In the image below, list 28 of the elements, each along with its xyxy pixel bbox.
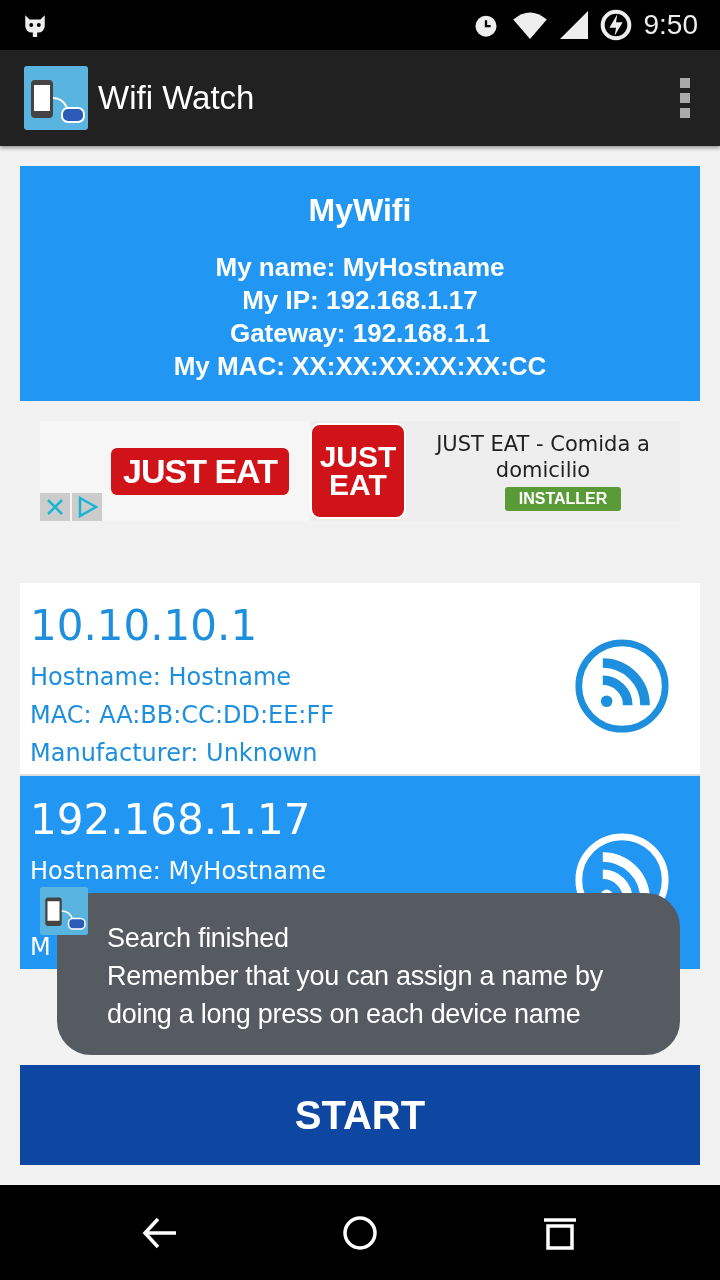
device-hostname: Hostname: MyHostname [30, 855, 327, 887]
network-info-line: Gateway: 192.168.1.1 [228, 317, 492, 350]
device-ip: 192.168.1.17 [30, 793, 311, 846]
network-info-line: My IP: 192.168.1.17 [241, 284, 479, 317]
app-title: Wifi Watch [98, 79, 256, 117]
network-info-line: My name: MyHostname [214, 251, 506, 284]
message-toast: Search finished Remember that you can assign a name by doing a long press on each device name [57, 893, 680, 1055]
app-logo-icon [40, 887, 88, 935]
ad-app-icon: JUST EAT [310, 423, 406, 519]
device-hostname: Hostname: Hostname [30, 661, 292, 693]
ad-title: JUST EAT - Comida a domicilio [434, 431, 651, 483]
network-name: MyWifi [307, 192, 413, 229]
wifi-signal-icon [574, 637, 670, 734]
robot-icon [22, 12, 48, 38]
ad-banner[interactable]: JUST EAT JUST EAT JUST EAT - Comida a domicilio INSTALLER [40, 421, 680, 521]
battery-charging-icon [599, 9, 632, 41]
device-manufacturer: M [30, 931, 51, 963]
device-manufacturer: Manufacturer: Unknown [30, 737, 318, 769]
app-logo-icon [24, 66, 88, 130]
wifi-icon [511, 11, 548, 39]
ad-logo: JUST EAT [111, 447, 289, 495]
signal-icon [559, 11, 588, 39]
start-button[interactable]: START [20, 1065, 700, 1165]
install-button[interactable]: INSTALLER [504, 487, 622, 511]
network-info-line: My MAC: XX:XX:XX:XX:XX:CC [172, 350, 548, 383]
device-mac: MAC: AA:BB:CC:DD:EE:FF [30, 699, 335, 731]
clock-time: 9:50 [643, 9, 698, 41]
device-ip: 10.10.10.1 [30, 599, 258, 652]
